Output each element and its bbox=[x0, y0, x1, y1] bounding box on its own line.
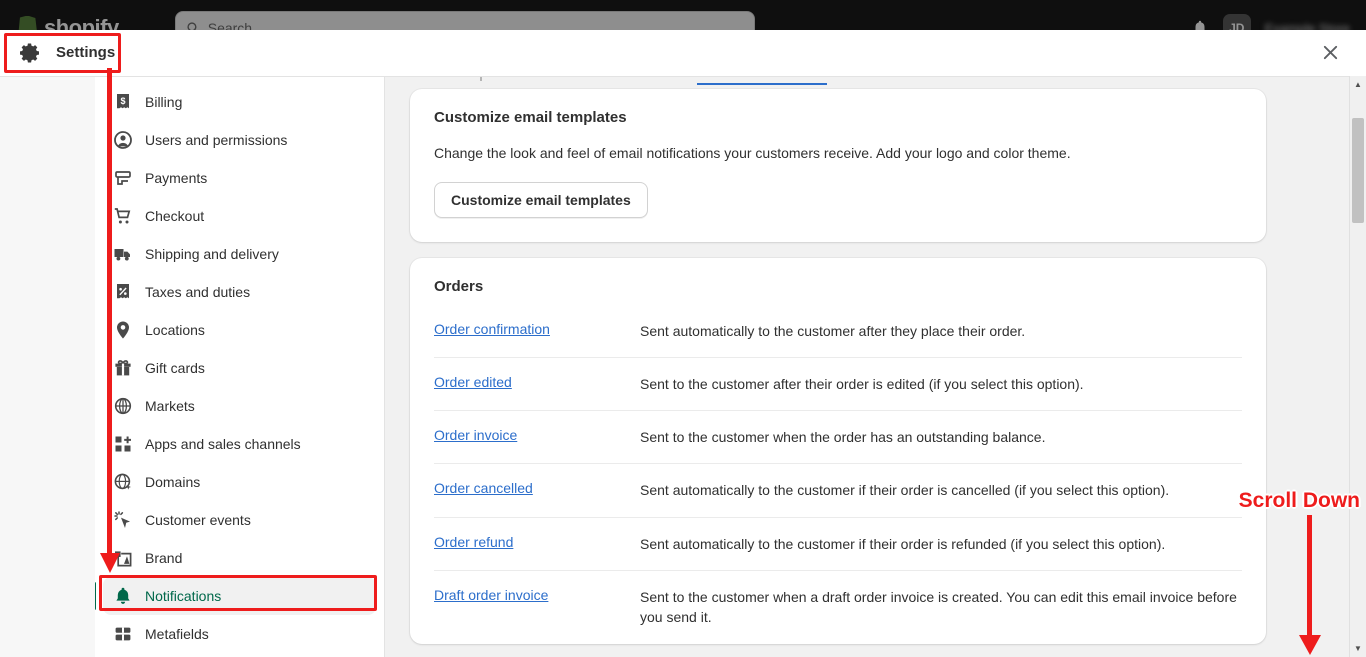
sidebar-item-shipping-and-delivery[interactable]: Shipping and delivery bbox=[103, 235, 376, 273]
sidebar-item-label: Markets bbox=[145, 398, 195, 414]
sidebar-item-label: Domains bbox=[145, 474, 200, 490]
svg-text:$: $ bbox=[120, 96, 125, 106]
billing-icon: $ bbox=[113, 92, 133, 112]
sidebar-item-label: Checkout bbox=[145, 208, 204, 224]
sidebar-item-label: Payments bbox=[145, 170, 207, 186]
card-title: Orders bbox=[434, 278, 1242, 295]
card-title: Customize email templates bbox=[434, 109, 1242, 126]
sidebar-item-label: Brand bbox=[145, 550, 182, 566]
notification-link[interactable]: Order refund bbox=[434, 534, 640, 550]
notification-description: Sent to the customer after their order i… bbox=[640, 374, 1242, 394]
globe-icon bbox=[113, 472, 133, 492]
markets-globe-icon bbox=[113, 396, 133, 416]
sidebar-item-domains[interactable]: Domains bbox=[103, 463, 376, 501]
sidebar-item-label: Apps and sales channels bbox=[145, 436, 301, 452]
sidebar-item-payments[interactable]: Payments bbox=[103, 159, 376, 197]
modal-body: $ Billing Users and permissions Payments bbox=[0, 76, 1366, 657]
clipped-text-fragment bbox=[480, 76, 482, 81]
close-icon bbox=[1321, 43, 1340, 62]
cursor-click-icon bbox=[113, 510, 133, 530]
notification-link[interactable]: Order cancelled bbox=[434, 480, 640, 496]
brand-image-icon bbox=[113, 548, 133, 568]
apps-plus-icon bbox=[113, 434, 133, 454]
sidebar-item-brand[interactable]: Brand bbox=[103, 539, 376, 577]
sidebar-item-taxes-and-duties[interactable]: Taxes and duties bbox=[103, 273, 376, 311]
sidebar-item-gift-cards[interactable]: Gift cards bbox=[103, 349, 376, 387]
settings-sidebar: $ Billing Users and permissions Payments bbox=[95, 76, 385, 657]
notification-row: Order cancelled Sent automatically to th… bbox=[434, 463, 1242, 516]
sidebar-item-label: Gift cards bbox=[145, 360, 205, 376]
sidebar-item-label: Users and permissions bbox=[145, 132, 287, 148]
notifications-content: Customize email templates Change the loo… bbox=[385, 76, 1366, 657]
notification-description: Sent automatically to the customer after… bbox=[640, 321, 1242, 341]
customize-email-templates-button[interactable]: Customize email templates bbox=[434, 182, 648, 218]
notification-link[interactable]: Order invoice bbox=[434, 427, 640, 443]
sidebar-item-markets[interactable]: Markets bbox=[103, 387, 376, 425]
notification-description: Sent automatically to the customer if th… bbox=[640, 534, 1242, 554]
gift-icon bbox=[113, 358, 133, 378]
sidebar-item-label: Notifications bbox=[145, 588, 221, 604]
notification-link[interactable]: Draft order invoice bbox=[434, 587, 640, 603]
notification-row: Order confirmation Sent automatically to… bbox=[434, 313, 1242, 357]
user-icon bbox=[113, 130, 133, 150]
sidebar-gutter bbox=[0, 76, 95, 657]
settings-title-group: Settings bbox=[12, 37, 129, 69]
notification-description: Sent to the customer when the order has … bbox=[640, 427, 1242, 447]
modal-header: Settings bbox=[0, 30, 1366, 76]
sidebar-item-locations[interactable]: Locations bbox=[103, 311, 376, 349]
notification-link[interactable]: Order edited bbox=[434, 374, 640, 390]
sidebar-item-apps-and-sales-channels[interactable]: Apps and sales channels bbox=[103, 425, 376, 463]
clipped-link-fragment[interactable] bbox=[697, 83, 827, 85]
scroll-down-button[interactable]: ▼ bbox=[1350, 640, 1366, 657]
sidebar-item-label: Taxes and duties bbox=[145, 284, 250, 300]
sidebar-item-label: Shipping and delivery bbox=[145, 246, 279, 262]
gear-icon bbox=[18, 41, 42, 65]
customize-email-templates-card: Customize email templates Change the loo… bbox=[410, 89, 1266, 242]
bell-icon bbox=[113, 586, 133, 606]
scroll-up-button[interactable]: ▲ bbox=[1350, 76, 1366, 93]
map-pin-icon bbox=[113, 320, 133, 340]
close-button[interactable] bbox=[1316, 39, 1344, 67]
notification-link[interactable]: Order confirmation bbox=[434, 321, 640, 337]
notification-row: Order invoice Sent to the customer when … bbox=[434, 410, 1242, 463]
payments-icon bbox=[113, 168, 133, 188]
sidebar-item-metafields[interactable]: Metafields bbox=[103, 615, 376, 653]
orders-card: Orders Order confirmation Sent automatic… bbox=[410, 258, 1266, 644]
sidebar-item-label: Billing bbox=[145, 94, 182, 110]
sidebar-item-label: Locations bbox=[145, 322, 205, 338]
card-description: Change the look and feel of email notifi… bbox=[434, 144, 1242, 164]
scrollbar-thumb[interactable] bbox=[1352, 118, 1364, 223]
truck-icon bbox=[113, 244, 133, 264]
notification-description: Sent automatically to the customer if th… bbox=[640, 480, 1242, 500]
sidebar-item-billing[interactable]: $ Billing bbox=[103, 83, 376, 121]
sidebar-item-users-and-permissions[interactable]: Users and permissions bbox=[103, 121, 376, 159]
page-title: Settings bbox=[56, 44, 115, 61]
notification-row: Draft order invoice Sent to the customer… bbox=[434, 570, 1242, 644]
clipped-row-above bbox=[410, 77, 1266, 89]
sidebar-item-label: Metafields bbox=[145, 626, 209, 642]
sidebar-item-checkout[interactable]: Checkout bbox=[103, 197, 376, 235]
percent-receipt-icon bbox=[113, 282, 133, 302]
settings-modal: Settings $ Billing bbox=[0, 30, 1366, 657]
notification-row: Order edited Sent to the customer after … bbox=[434, 357, 1242, 410]
notification-row: Order refund Sent automatically to the c… bbox=[434, 517, 1242, 570]
sidebar-item-notifications[interactable]: Notifications bbox=[103, 577, 376, 615]
vertical-scrollbar[interactable]: ▲ ▼ bbox=[1349, 76, 1366, 657]
sidebar-item-label: Customer events bbox=[145, 512, 251, 528]
sidebar-item-customer-events[interactable]: Customer events bbox=[103, 501, 376, 539]
cart-icon bbox=[113, 206, 133, 226]
metafields-icon bbox=[113, 624, 133, 644]
active-indicator bbox=[95, 582, 96, 610]
notification-description: Sent to the customer when a draft order … bbox=[640, 587, 1242, 628]
